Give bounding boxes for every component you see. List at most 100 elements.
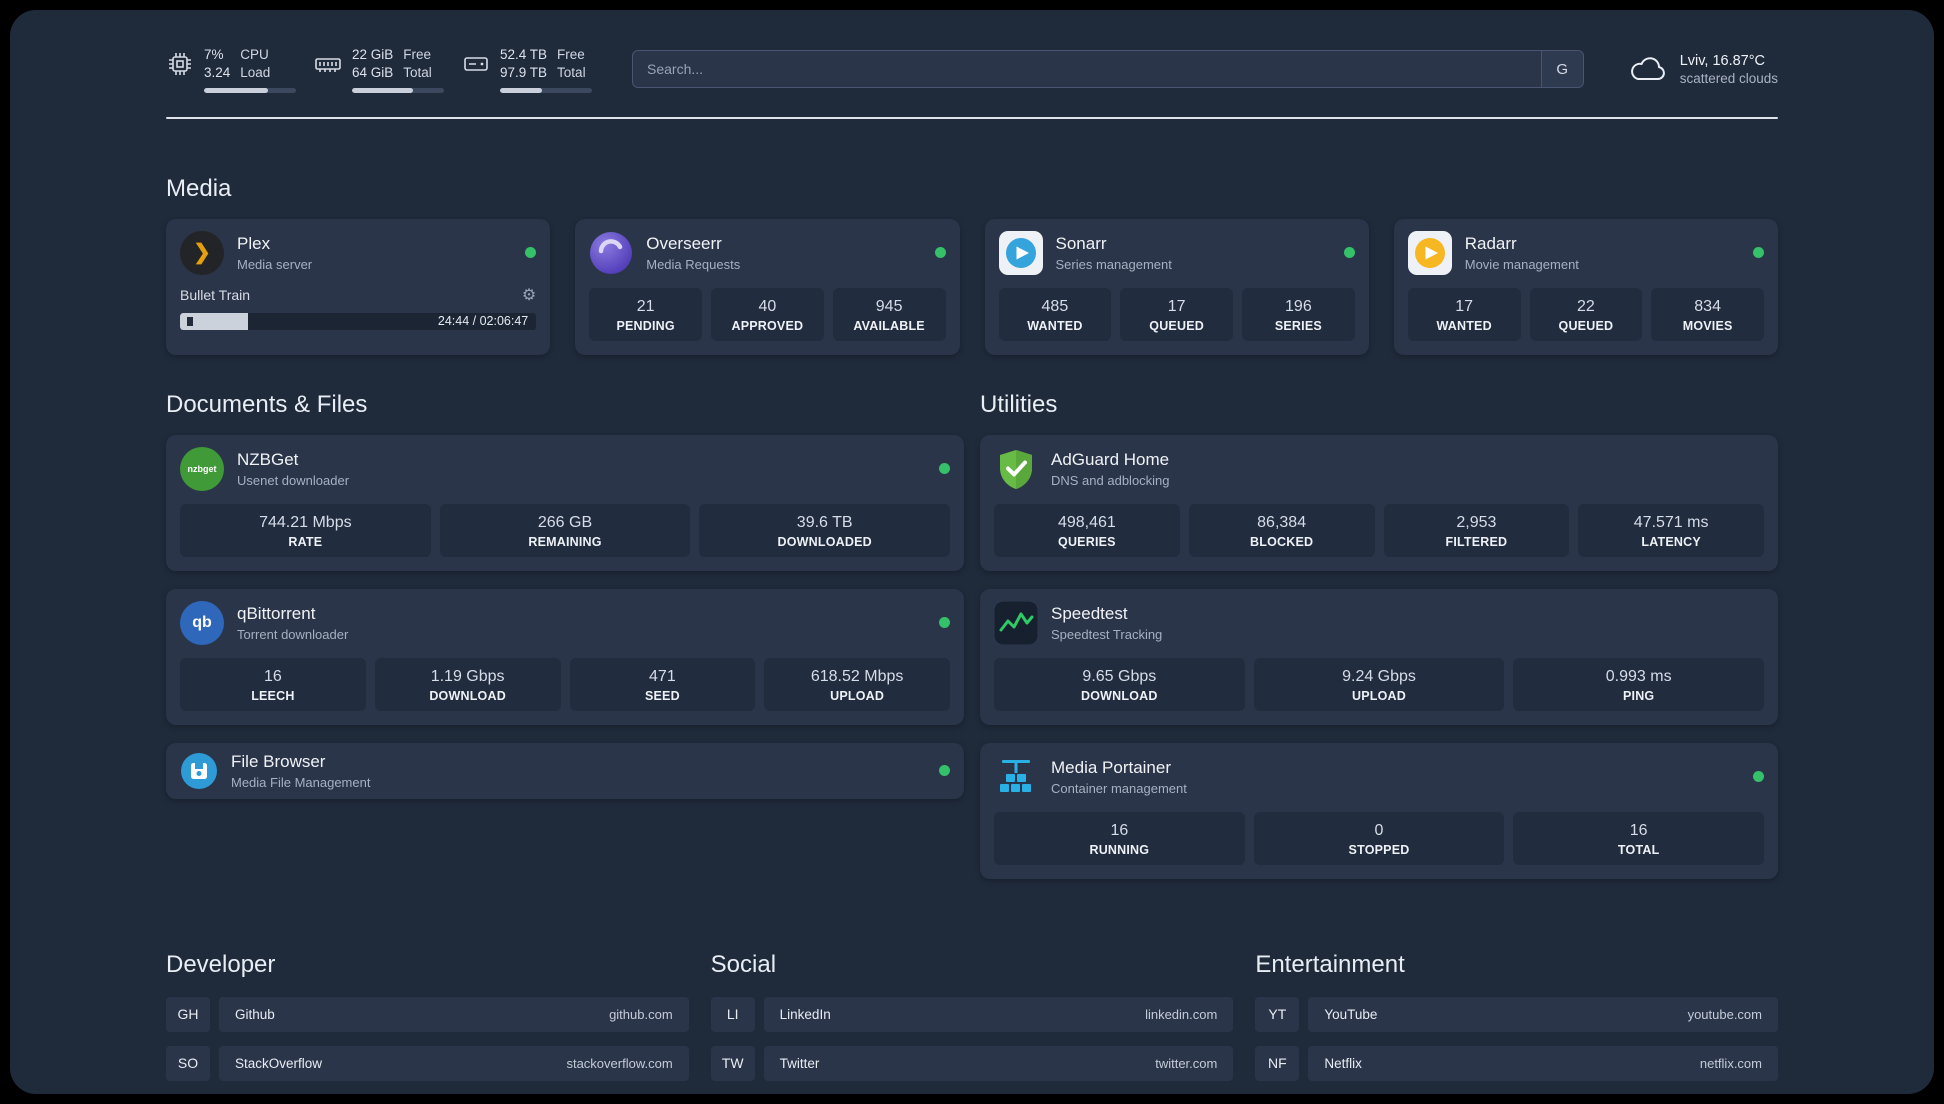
app-card-radarr[interactable]: Radarr Movie management 17 WANTED 22 QUEUE…: [1393, 218, 1778, 355]
stat-download: 9.65 Gbps DOWNLOAD: [994, 657, 1245, 711]
section-title-utilities: Utilities: [980, 390, 1058, 418]
app-name: Media Portainer: [1051, 758, 1172, 778]
bookmark-stackoverflow[interactable]: SO StackOverflow stackoverflow.com: [166, 1045, 689, 1081]
bookmark-domain: netflix.com: [1699, 1055, 1762, 1071]
ram-total-label: Total: [403, 65, 432, 81]
pause-icon: [187, 316, 193, 326]
playback-progress-bar[interactable]: 24:44 / 02:06:47: [180, 312, 537, 330]
app-subtitle: Usenet downloader: [237, 472, 350, 488]
bookmark-twitter[interactable]: TW Twitter twitter.com: [710, 1045, 1234, 1081]
stat-upload: 9.24 Gbps UPLOAD: [1253, 657, 1505, 711]
speedtest-icon: [994, 600, 1038, 645]
disk-total-value: 97.9 TB: [500, 65, 548, 81]
documents-section: Documents & Files NZBGet Usenet download…: [166, 391, 964, 897]
stat-available: 945 AVAILABLE: [832, 287, 946, 341]
bookmark-domain: github.com: [609, 1006, 673, 1022]
app-card-portainer[interactable]: Media Portainer Container management 16 R…: [980, 742, 1778, 879]
two-column-area: Documents & Files NZBGet Usenet download…: [166, 391, 1778, 897]
app-card-nzbget[interactable]: NZBGet Usenet downloader 744.21 MbpsRATE…: [166, 434, 964, 571]
stat-download: 1.19 Gbps DOWNLOAD: [374, 657, 561, 711]
search: G: [632, 50, 1584, 89]
app-card-overseerr[interactable]: Overseerr Media Requests 21 PENDING 40 APP…: [575, 218, 960, 355]
cpu-load-label: Load: [240, 65, 271, 81]
app-card-sonarr[interactable]: Sonarr Series management 485 WANTED 17 QUE…: [984, 218, 1369, 355]
app-card-filebrowser[interactable]: File Browser Media File Management: [166, 742, 964, 799]
disk-free-label: Free: [557, 47, 585, 62]
overseerr-icon: [589, 231, 633, 275]
app-name: Speedtest: [1051, 604, 1128, 624]
plex-now-playing: Bullet Train ⚙ 24:44 / 02:06:47: [180, 285, 537, 330]
stat-wanted: 17 WANTED: [1407, 287, 1521, 341]
bookmark-linkedin[interactable]: LI LinkedIn linkedin.com: [710, 996, 1234, 1032]
stat-rate: 744.21 Mbps RATE: [180, 503, 431, 557]
bookmark-name: StackOverflow: [235, 1055, 323, 1071]
portainer-icon: [994, 755, 1038, 799]
stat-movies: 834 MOVIES: [1651, 287, 1764, 341]
app-card-adguard[interactable]: AdGuard Home DNS and adblocking 498,461 Q…: [980, 434, 1778, 571]
bookmark-group-developer: Developer GH Github github.com SO StackO…: [166, 951, 689, 1094]
ram-free-label: Free: [403, 47, 432, 62]
stat-queued: 17 QUEUED: [1120, 287, 1233, 341]
bookmarks-area: Developer GH Github github.com SO StackO…: [166, 951, 1778, 1094]
app-name: Radarr: [1464, 234, 1517, 254]
section-title-entertainment: Entertainment: [1255, 950, 1405, 978]
bookmark-name: Twitter: [779, 1055, 820, 1071]
ram-widget: 22 GiB 64 GiB Free Total: [314, 46, 444, 93]
ram-free-value: 22 GiB: [352, 47, 394, 62]
app-name: Sonarr: [1055, 234, 1107, 254]
bookmark-group-entertainment: Entertainment YT YouTube youtube.com NF …: [1255, 951, 1778, 1094]
qbittorrent-icon: [180, 600, 224, 645]
disk-progress-bar: [500, 88, 592, 93]
search-input[interactable]: [632, 50, 1584, 89]
stat-blocked: 86,384 BLOCKED: [1188, 503, 1375, 557]
search-engine-button[interactable]: G: [1540, 51, 1583, 88]
settings-gear-icon[interactable]: ⚙: [522, 285, 536, 305]
stat-filtered: 2,953 FILTERED: [1383, 503, 1570, 557]
ram-progress-bar: [352, 88, 444, 93]
sonarr-icon: [998, 230, 1043, 275]
stat-remaining: 266 GB REMAINING: [439, 503, 691, 557]
bookmark-abbr: LI: [710, 996, 755, 1032]
weather-widget[interactable]: Lviv, 16.87°C scattered clouds: [1628, 53, 1778, 86]
app-subtitle: DNS and adblocking: [1051, 472, 1170, 488]
bookmark-name: Netflix: [1324, 1055, 1362, 1071]
utilities-section: Utilities AdGuard Home DNS and adblockin…: [980, 391, 1778, 897]
app-subtitle: Container management: [1051, 780, 1187, 796]
ram-total-value: 64 GiB: [352, 65, 394, 81]
bookmark-abbr: NF: [1255, 1045, 1300, 1081]
cloud-icon: [1628, 54, 1668, 84]
radarr-icon: [1407, 230, 1452, 275]
app-card-qbittorrent[interactable]: qBittorrent Torrent downloader 16LEECH 1…: [166, 588, 964, 725]
stat-ping: 0.993 ms PING: [1513, 657, 1765, 711]
app-name: Overseerr: [646, 234, 722, 254]
app-subtitle: Media Requests: [646, 256, 741, 272]
bookmark-netflix[interactable]: NF Netflix netflix.com: [1255, 1045, 1778, 1081]
adguard-icon: [994, 447, 1038, 491]
stat-leech: 16 LEECH: [180, 657, 366, 711]
now-playing-title: Bullet Train: [180, 286, 251, 303]
stat-wanted: 485 WANTED: [998, 287, 1112, 341]
filebrowser-icon: [180, 752, 218, 790]
stat-queued: 22 QUEUED: [1529, 287, 1643, 341]
cpu-load-value: 3.24: [204, 65, 231, 81]
bookmark-abbr: SO: [166, 1045, 210, 1081]
disk-widget: 52.4 TB 97.9 TB Free Total: [462, 46, 592, 93]
bookmark-youtube[interactable]: YT YouTube youtube.com: [1255, 996, 1778, 1032]
cpu-icon: [166, 50, 194, 78]
cpu-label: CPU: [240, 47, 269, 62]
stat-upload: 618.52 Mbps UPLOAD: [764, 657, 950, 711]
status-dot: [939, 617, 950, 629]
bookmark-domain: linkedin.com: [1145, 1006, 1218, 1022]
bookmark-domain: youtube.com: [1687, 1006, 1762, 1022]
app-card-speedtest[interactable]: Speedtest Speedtest Tracking 9.65 Gbps DO…: [980, 588, 1778, 725]
app-card-plex[interactable]: Plex Media server Bullet Train ⚙ 24:44 /…: [166, 218, 551, 355]
cpu-percent: 7%: [204, 47, 224, 62]
bookmark-name: YouTube: [1324, 1006, 1378, 1022]
dashboard-content: 7% 3.24 CPU Load 22 GiB 64 GiB Free Tota…: [166, 46, 1778, 1094]
app-name: AdGuard Home: [1051, 450, 1170, 470]
disk-total-label: Total: [557, 65, 586, 81]
bookmark-github[interactable]: GH Github github.com: [166, 996, 689, 1032]
topbar-divider: [166, 116, 1778, 119]
app-subtitle: Series management: [1055, 256, 1172, 272]
cpu-widget: 7% 3.24 CPU Load: [166, 46, 296, 93]
